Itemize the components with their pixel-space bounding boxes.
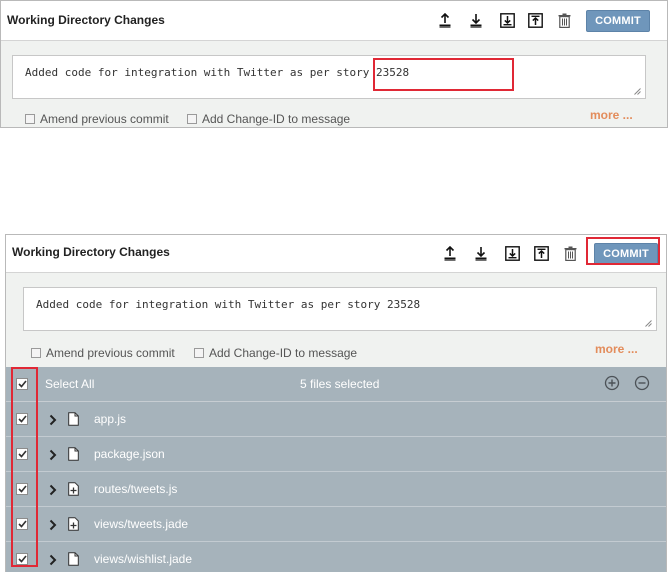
trash-icon[interactable]: [562, 245, 578, 263]
file-added-icon: [68, 517, 79, 531]
file-name: app.js: [94, 412, 127, 426]
file-name: views/wishlist.jade: [94, 552, 193, 566]
chevron-right-icon[interactable]: [49, 484, 57, 496]
check-icon: [17, 380, 27, 388]
changeid-option[interactable]: Add Change-ID to message: [187, 112, 350, 126]
check-icon: [17, 485, 27, 493]
select-all-checkbox[interactable]: [16, 378, 28, 390]
commit-area: Added code for integration with Twitter …: [6, 273, 666, 367]
commit-button[interactable]: COMMIT: [594, 242, 658, 265]
resize-grip-icon[interactable]: [645, 320, 652, 327]
push-icon[interactable]: [437, 12, 453, 30]
amend-checkbox[interactable]: [25, 114, 35, 124]
file-added-icon: [68, 482, 79, 496]
commit-message-text: Added code for integration with Twitter …: [36, 298, 421, 311]
file-checkbox[interactable]: [16, 413, 28, 425]
select-all-label: Select All: [45, 377, 95, 391]
panel-header: Working Directory Changes COMMIT: [1, 1, 667, 41]
chevron-right-icon[interactable]: [49, 519, 57, 531]
file-name: views/tweets.jade: [94, 517, 189, 531]
file-checkbox[interactable]: [16, 448, 28, 460]
changeid-checkbox[interactable]: [187, 114, 197, 124]
file-checkbox[interactable]: [16, 553, 28, 565]
file-icon: [68, 447, 79, 461]
trash-icon[interactable]: [556, 12, 572, 30]
chevron-right-icon[interactable]: [49, 449, 57, 461]
changeid-label: Add Change-ID to message: [202, 112, 351, 126]
git-panel-bottom: Working Directory Changes COMMIT Added c…: [5, 234, 667, 572]
push-icon[interactable]: [442, 245, 458, 263]
file-icon: [68, 552, 79, 566]
amend-label: Amend previous commit: [46, 346, 175, 360]
file-checkbox[interactable]: [16, 518, 28, 530]
check-icon: [17, 555, 27, 563]
commit-message-input[interactable]: Added code for integration with Twitter …: [23, 287, 657, 331]
file-row[interactable]: views/tweets.jade: [6, 507, 666, 542]
file-name: routes/tweets.js: [94, 482, 178, 496]
stash-icon[interactable]: [504, 245, 520, 263]
changeid-checkbox[interactable]: [194, 348, 204, 358]
file-row[interactable]: app.js: [6, 402, 666, 437]
git-panel-top: Working Directory Changes COMMIT Added c…: [0, 0, 668, 128]
amend-label: Amend previous commit: [40, 112, 169, 126]
changeid-label: Add Change-ID to message: [209, 346, 358, 360]
chevron-right-icon[interactable]: [49, 554, 57, 566]
panel-header: Working Directory Changes COMMIT: [6, 235, 666, 273]
more-link[interactable]: more ...: [590, 108, 633, 122]
unstash-icon[interactable]: [533, 245, 549, 263]
stash-icon[interactable]: [499, 12, 515, 30]
collapse-all-icon[interactable]: [634, 375, 650, 391]
file-list: Select All 5 files selected app.js packa…: [6, 367, 666, 572]
unstash-icon[interactable]: [527, 12, 543, 30]
amend-option[interactable]: Amend previous commit: [25, 112, 169, 126]
check-icon: [17, 520, 27, 528]
panel-title: Working Directory Changes: [7, 13, 165, 27]
panel-title: Working Directory Changes: [12, 245, 170, 259]
amend-checkbox[interactable]: [31, 348, 41, 358]
commit-area: Added code for integration with Twitter …: [1, 41, 667, 127]
pull-icon[interactable]: [468, 12, 484, 30]
commit-button[interactable]: COMMIT: [586, 9, 650, 32]
file-row[interactable]: views/wishlist.jade: [6, 542, 666, 572]
resize-grip-icon[interactable]: [634, 88, 641, 95]
changeid-option[interactable]: Add Change-ID to message: [194, 346, 357, 360]
file-row[interactable]: routes/tweets.js: [6, 472, 666, 507]
chevron-right-icon[interactable]: [49, 414, 57, 426]
file-icon: [68, 412, 79, 426]
commit-message-text: Added code for integration with Twitter …: [25, 66, 410, 79]
selected-count: 5 files selected: [300, 377, 380, 391]
more-link[interactable]: more ...: [595, 342, 638, 356]
file-name: package.json: [94, 447, 165, 461]
check-icon: [17, 415, 27, 423]
select-all-row[interactable]: Select All 5 files selected: [6, 367, 666, 402]
file-row[interactable]: package.json: [6, 437, 666, 472]
commit-message-input[interactable]: Added code for integration with Twitter …: [12, 55, 646, 99]
file-checkbox[interactable]: [16, 483, 28, 495]
pull-icon[interactable]: [473, 245, 489, 263]
check-icon: [17, 450, 27, 458]
expand-all-icon[interactable]: [604, 375, 620, 391]
amend-option[interactable]: Amend previous commit: [31, 346, 175, 360]
